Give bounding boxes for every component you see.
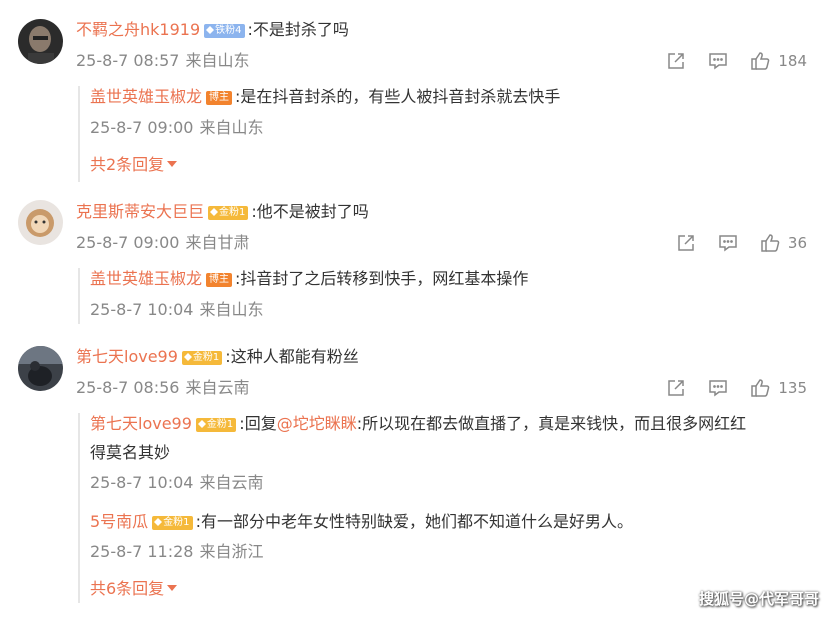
fan-badge[interactable]: 金粉1	[152, 516, 193, 530]
host-badge: 博主	[206, 273, 233, 287]
fan-badge-icon	[154, 517, 163, 526]
fan-badge[interactable]: 铁粉4	[204, 24, 245, 38]
location: 来自云南	[199, 473, 264, 492]
share-button[interactable]	[666, 51, 686, 71]
comment-meta: 25-8-7 09:00 来自甘肃	[76, 232, 249, 254]
location: 来自浙江	[199, 542, 264, 561]
caret-down-icon	[167, 585, 178, 591]
fan-badge-label: 金粉1	[163, 517, 190, 528]
location: 来自甘肃	[185, 233, 250, 252]
like-button[interactable]: 184	[750, 51, 807, 71]
username[interactable]: 克里斯蒂安大巨巨	[76, 202, 204, 221]
timestamp: 25-8-7 08:57	[76, 51, 180, 70]
location: 来自云南	[185, 378, 250, 397]
share-icon	[676, 233, 696, 253]
share-button[interactable]	[676, 233, 696, 253]
reply-line: 第七天love99 金粉1:回复@坨坨眯眯:所以现在都去做直播了，真是来钱快，而且…	[90, 413, 746, 435]
comment-icon	[708, 51, 728, 71]
like-icon	[750, 51, 770, 71]
comment-actions: 135	[666, 377, 807, 399]
timestamp: 25-8-7 09:00	[76, 233, 180, 252]
timestamp: 25-8-7 10:04	[90, 473, 194, 492]
share-icon	[666, 378, 686, 398]
username[interactable]: 第七天love99	[76, 347, 178, 366]
more-replies-label: 共6条回复	[90, 579, 165, 598]
fan-badge-icon	[206, 25, 215, 34]
more-replies-link[interactable]: 共2条回复	[90, 154, 178, 176]
reply-line: 盖世英雄玉椒龙 博主:抖音封了之后转移到快手，网红基本操作	[90, 268, 528, 290]
like-icon	[760, 233, 780, 253]
reply-prefix: 回复	[244, 414, 277, 433]
caret-down-icon	[167, 161, 178, 167]
fan-badge-icon	[210, 207, 219, 216]
reply-line: 5号南瓜 金粉1:有一部分中老年女性特别缺爱，她们都不知道什么是好男人。	[90, 511, 633, 533]
fan-badge-icon	[183, 352, 192, 361]
reply-meta: 25-8-7 10:04 来自云南	[90, 472, 263, 494]
reply-button[interactable]	[708, 51, 728, 71]
comment-actions: 184	[666, 50, 807, 72]
comment-text: 他不是被封了吗	[256, 202, 369, 221]
reply-button[interactable]	[718, 233, 738, 253]
reply-text: 所以现在都去做直播了，真是来钱快，而且很多网红红	[362, 414, 747, 433]
comment-icon	[708, 378, 728, 398]
avatar[interactable]	[18, 200, 63, 245]
share-button[interactable]	[666, 378, 686, 398]
username[interactable]: 5号南瓜	[90, 512, 148, 531]
reply-text: 有一部分中老年女性特别缺爱，她们都不知道什么是好男人。	[200, 512, 633, 531]
reply-text: 得莫名其妙	[90, 443, 171, 462]
watermark: 搜狐号@代军哥哥	[698, 590, 819, 608]
username[interactable]: 盖世英雄玉椒龙	[90, 87, 202, 106]
like-button[interactable]: 36	[760, 233, 807, 253]
comment-meta: 25-8-7 08:57 来自山东	[76, 50, 249, 72]
fan-badge-label: 铁粉4	[215, 25, 242, 36]
like-count: 36	[787, 234, 807, 252]
like-count: 135	[778, 379, 807, 397]
fan-badge-icon	[197, 419, 206, 428]
comment-line: 克里斯蒂安大巨巨 金粉1:他不是被封了吗	[76, 201, 369, 223]
username[interactable]: 不羁之舟hk1919	[76, 20, 200, 39]
username[interactable]: 第七天love99	[90, 414, 192, 433]
like-button[interactable]: 135	[750, 378, 807, 398]
reply-meta: 25-8-7 10:04 来自山东	[90, 299, 263, 321]
comment-meta: 25-8-7 08:56 来自云南	[76, 377, 249, 399]
comment-line: 不羁之舟hk1919 铁粉4:不是封杀了吗	[76, 19, 349, 41]
fan-badge-label: 金粉1	[206, 419, 234, 430]
comment-line: 第七天love99 金粉1:这种人都能有粉丝	[76, 346, 359, 368]
avatar[interactable]	[18, 346, 63, 391]
reply-text: 抖音封了之后转移到快手，网红基本操作	[240, 269, 529, 288]
mention-link[interactable]: @坨坨眯眯	[277, 414, 357, 433]
like-icon	[750, 378, 770, 398]
fan-badge[interactable]: 金粉1	[208, 206, 249, 220]
host-badge: 博主	[206, 91, 233, 105]
timestamp: 25-8-7 11:28	[90, 542, 194, 561]
fan-badge[interactable]: 金粉1	[181, 351, 223, 365]
timestamp: 25-8-7 09:00	[90, 118, 194, 137]
reply-meta: 25-8-7 09:00 来自山东	[90, 117, 263, 139]
location: 来自山东	[199, 118, 264, 137]
fan-badge-label: 金粉1	[219, 207, 246, 218]
reply-list	[78, 413, 818, 603]
location: 来自山东	[185, 51, 250, 70]
reply-line: 盖世英雄玉椒龙 博主:是在抖音封杀的，有些人被抖音封杀就去快手	[90, 86, 560, 108]
more-replies-label: 共2条回复	[90, 155, 165, 174]
comment-text: 这种人都能有粉丝	[230, 347, 359, 366]
timestamp: 25-8-7 10:04	[90, 300, 194, 319]
share-icon	[666, 51, 686, 71]
fan-badge-label: 金粉1	[192, 352, 220, 363]
reply-text: 是在抖音封杀的，有些人被抖音封杀就去快手	[240, 87, 561, 106]
comment-text: 不是封杀了吗	[252, 20, 349, 39]
fan-badge[interactable]: 金粉1	[195, 418, 237, 432]
location: 来自山东	[199, 300, 264, 319]
avatar[interactable]	[18, 19, 63, 64]
like-count: 184	[778, 52, 807, 70]
reply-meta: 25-8-7 11:28 来自浙江	[90, 541, 263, 563]
reply-button[interactable]	[708, 378, 728, 398]
comment-icon	[718, 233, 738, 253]
username[interactable]: 盖世英雄玉椒龙	[90, 269, 202, 288]
comment-actions: 36	[676, 232, 807, 254]
more-replies-link[interactable]: 共6条回复	[90, 578, 178, 600]
timestamp: 25-8-7 08:56	[76, 378, 180, 397]
reply-line-continuation: 得莫名其妙	[90, 442, 170, 464]
